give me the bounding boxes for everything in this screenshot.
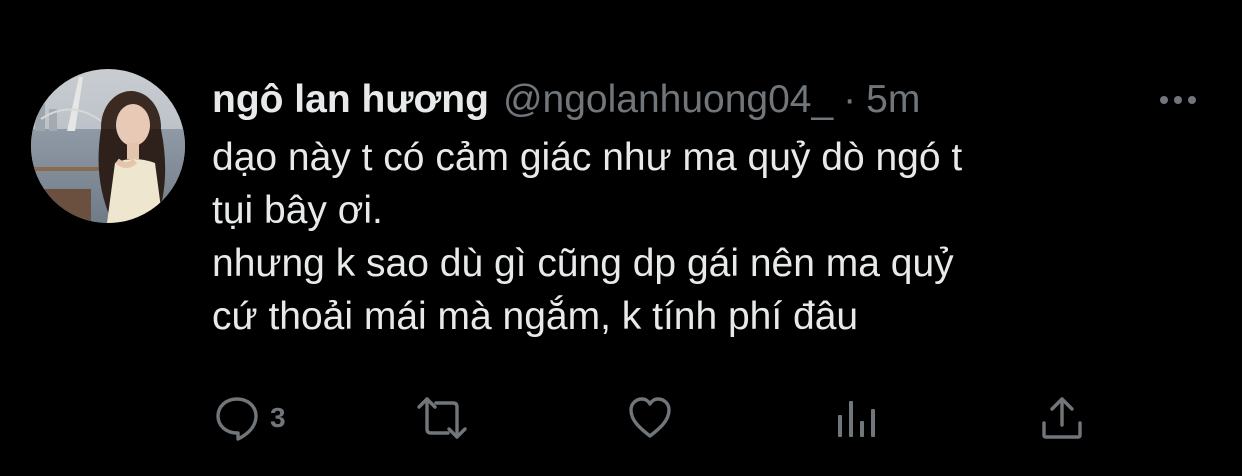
reply-button[interactable]: 3 [214, 390, 286, 446]
avatar[interactable] [31, 69, 185, 223]
more-icon[interactable] [1158, 88, 1198, 112]
views-button[interactable] [835, 390, 877, 446]
timestamp[interactable]: 5m [866, 72, 920, 128]
share-button[interactable] [1040, 390, 1084, 446]
tweet-text-line: nhưng k sao dù gì cũng dp gái nên ma quỷ [212, 242, 954, 285]
reply-count: 3 [270, 402, 286, 433]
tweet-text-line: dạo này t có cảm giác như ma quỷ dò ngó … [212, 136, 963, 179]
reply-icon [214, 395, 260, 441]
user-handle[interactable]: @ngolanhuong04_ [503, 72, 833, 128]
like-button[interactable] [627, 390, 673, 446]
retweet-button[interactable] [414, 390, 470, 446]
retweet-icon [414, 395, 470, 441]
tweet-text: dạo này t có cảm giác như ma quỷ dò ngó … [212, 131, 1212, 343]
display-name[interactable]: ngô lan hương [212, 72, 489, 128]
tweet-header: ngô lan hương @ngolanhuong04_ · 5m [212, 72, 920, 128]
action-bar: 3 [0, 390, 1242, 446]
tweet-text-line: tụi bây ơi. [212, 189, 383, 232]
share-icon [1040, 395, 1084, 441]
tweet[interactable]: ngô lan hương @ngolanhuong04_ · 5m dạo n… [0, 0, 1242, 476]
like-icon [627, 395, 673, 441]
views-icon [835, 395, 877, 441]
separator-dot: · [843, 78, 857, 121]
tweet-text-line: cứ thoải mái mà ngắm, k tính phí đâu [212, 295, 859, 338]
